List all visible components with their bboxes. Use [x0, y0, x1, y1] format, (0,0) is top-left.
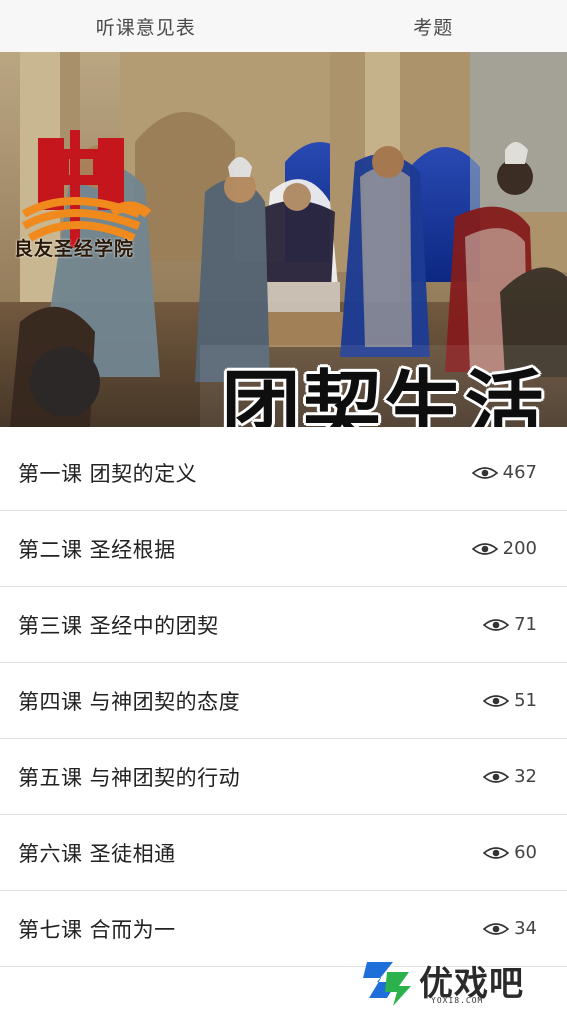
lesson-row[interactable]: 第四课 与神团契的态度 51	[0, 663, 567, 739]
lesson-title: 第七课 合而为一	[18, 914, 176, 944]
lesson-views-value: 71	[514, 614, 537, 635]
lesson-views-value: 34	[514, 918, 537, 939]
lesson-views-value: 51	[514, 690, 537, 711]
lesson-views-value: 200	[503, 538, 537, 559]
lesson-title: 第三课 圣经中的团契	[18, 610, 219, 640]
tab-exam[interactable]: 考题	[284, 0, 567, 52]
course-banner: 良友圣经学院 团契生活	[0, 52, 567, 427]
lesson-row[interactable]: 第三课 圣经中的团契 71	[0, 587, 567, 663]
lesson-view-count: 51	[483, 690, 537, 711]
eye-icon	[483, 844, 509, 862]
lesson-title: 第四课 与神团契的态度	[18, 686, 240, 716]
tab-feedback-form[interactable]: 听课意见表	[0, 0, 284, 52]
lesson-row[interactable]: 第五课 与神团契的行动 32	[0, 739, 567, 815]
lesson-title: 第二课 圣经根据	[18, 534, 176, 564]
eye-icon	[483, 768, 509, 786]
eye-icon	[483, 920, 509, 938]
watermark-subtext: YOXI8.COM	[431, 996, 483, 1005]
lesson-views-value: 467	[503, 462, 537, 483]
lesson-view-count: 71	[483, 614, 537, 635]
lesson-views-value: 60	[514, 842, 537, 863]
top-tab-bar: 听课意见表 考题	[0, 0, 567, 53]
course-title: 团契生活	[200, 345, 567, 427]
watermark-logo-icon	[359, 952, 415, 1008]
eye-icon	[472, 464, 498, 482]
lesson-title: 第一课 团契的定义	[18, 458, 197, 488]
eye-icon	[472, 540, 498, 558]
lesson-row[interactable]: 第六课 圣徒相通 60	[0, 815, 567, 891]
lesson-view-count: 34	[483, 918, 537, 939]
lesson-title: 第五课 与神团契的行动	[18, 762, 240, 792]
lesson-view-count: 60	[483, 842, 537, 863]
lesson-view-count: 467	[472, 462, 537, 483]
watermark: 优戏吧 YOXI8.COM	[359, 952, 559, 1008]
lesson-list: 第一课 团契的定义 467 第二课 圣经根据 200 第三课 圣经中的团契 7	[0, 435, 567, 967]
lesson-view-count: 32	[483, 766, 537, 787]
eye-icon	[483, 692, 509, 710]
lesson-views-value: 32	[514, 766, 537, 787]
school-logo-text: 良友圣经学院	[14, 234, 134, 261]
lesson-title: 第六课 圣徒相通	[18, 838, 176, 868]
lesson-view-count: 200	[472, 538, 537, 559]
lesson-row[interactable]: 第二课 圣经根据 200	[0, 511, 567, 587]
eye-icon	[483, 616, 509, 634]
lesson-row[interactable]: 第一课 团契的定义 467	[0, 435, 567, 511]
